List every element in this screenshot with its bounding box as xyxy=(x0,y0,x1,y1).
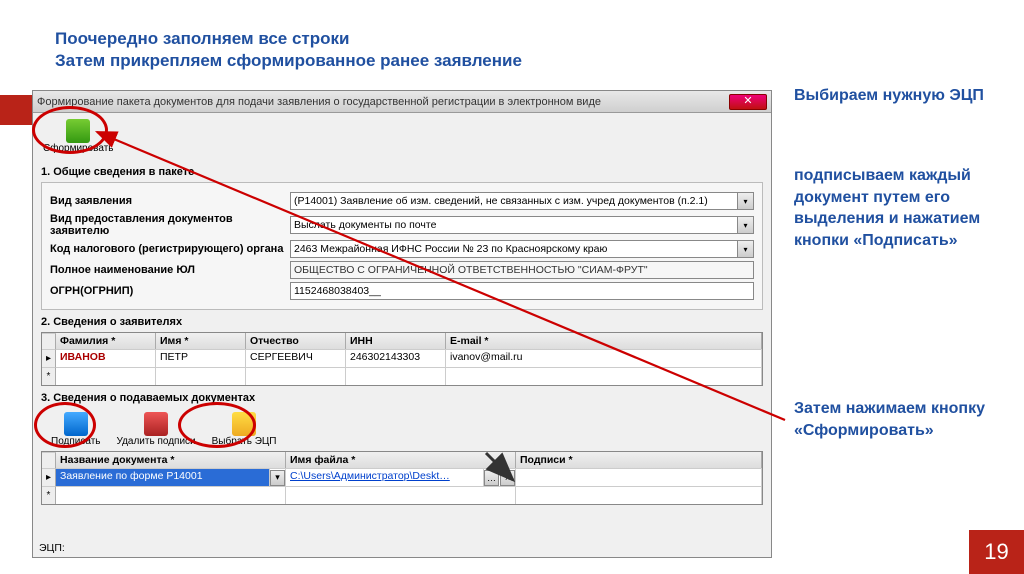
row-marker-icon: ▸ xyxy=(42,468,56,486)
instruction-line-1: Поочередно заполняем все строки xyxy=(55,28,522,50)
tax-code-select[interactable]: 2463 Межрайонная ИФНС России № 23 по Кра… xyxy=(290,240,738,258)
full-name-field: ОБЩЕСТВО С ОГРАНИЧЕННОЙ ОТВЕТСТВЕННОСТЬЮ… xyxy=(290,261,754,279)
ogrn-field[interactable]: 1152468038403__ xyxy=(290,282,754,300)
choose-ecp-icon xyxy=(232,412,256,436)
window-title: Формирование пакета документов для подач… xyxy=(37,96,729,108)
col-name: Имя * xyxy=(156,333,246,349)
section-applicants: 2. Сведения о заявителях Фамилия * Имя *… xyxy=(41,316,763,386)
cell-name[interactable]: ПЕТР xyxy=(156,349,246,367)
tax-code-label: Код налогового (регистрирующего) органа xyxy=(50,243,290,255)
section-1-panel: Вид заявления (Р14001) Заявление об изм.… xyxy=(41,182,763,310)
unsign-button[interactable]: Удалить подписи xyxy=(117,412,196,447)
side-note-2: подписываем каждый документ путем его вы… xyxy=(794,165,994,251)
clear-button[interactable]: × xyxy=(500,470,515,486)
cell-doc-name[interactable]: Заявление по форме Р14001 xyxy=(56,468,270,486)
top-instructions: Поочередно заполняем все строки Затем пр… xyxy=(55,28,522,72)
sign-button-label: Подписать xyxy=(51,436,101,447)
delivery-label: Вид предоставления документов заявителю xyxy=(50,213,290,237)
section-1-title: 1. Общие сведения в пакете xyxy=(41,166,763,178)
chevron-down-icon[interactable]: ▾ xyxy=(738,216,754,234)
col-inn: ИНН xyxy=(346,333,446,349)
close-button[interactable]: ✕ xyxy=(729,94,767,110)
instruction-line-2: Затем прикрепляем сформированное ранее з… xyxy=(55,50,522,72)
full-name-label: Полное наименование ЮЛ xyxy=(50,264,290,276)
applicants-grid[interactable]: Фамилия * Имя * Отчество ИНН E-mail * ▸ … xyxy=(41,332,763,386)
sign-button[interactable]: Подписать xyxy=(51,412,101,447)
choose-ecp-button[interactable]: Выбрать ЭЦП xyxy=(212,412,277,447)
applicant-row[interactable]: ▸ ИВАНОВ ПЕТР СЕРГЕЕВИЧ 246302143303 iva… xyxy=(42,349,762,367)
applicant-new-row[interactable]: * xyxy=(42,367,762,385)
col-otch: Отчество xyxy=(246,333,346,349)
ecp-status-label: ЭЦП: xyxy=(39,542,65,554)
delivery-select[interactable]: Выслать документы по почте xyxy=(290,216,738,234)
chevron-down-icon[interactable]: ▾ xyxy=(270,470,285,486)
col-fam: Фамилия * xyxy=(56,333,156,349)
document-row[interactable]: ▸ Заявление по форме Р14001 ▾ C:\Users\А… xyxy=(42,468,762,486)
page-number: 19 xyxy=(969,530,1024,574)
side-note-3: Затем нажимаем кнопку «Сформировать» xyxy=(794,398,994,441)
browse-button[interactable]: … xyxy=(484,470,499,486)
cell-inn[interactable]: 246302143303 xyxy=(346,349,446,367)
app-window: Формирование пакета документов для подач… xyxy=(32,90,772,558)
ogrn-label: ОГРН(ОГРНИП) xyxy=(50,285,290,297)
decorative-red-bar xyxy=(0,95,34,125)
row-marker-icon: ▸ xyxy=(42,349,56,367)
chevron-down-icon[interactable]: ▾ xyxy=(738,192,754,210)
sign-icon xyxy=(64,412,88,436)
app-type-label: Вид заявления xyxy=(50,195,290,207)
main-toolbar: Сформировать xyxy=(33,113,771,160)
new-row-icon: * xyxy=(42,367,56,385)
unsign-icon xyxy=(144,412,168,436)
col-doc: Название документа * xyxy=(56,452,286,468)
chevron-down-icon[interactable]: ▾ xyxy=(738,240,754,258)
cell-email[interactable]: ivanov@mail.ru xyxy=(446,349,762,367)
new-row-icon: * xyxy=(42,486,56,504)
section-2-title: 2. Сведения о заявителях xyxy=(41,316,763,328)
unsign-button-label: Удалить подписи xyxy=(117,436,196,447)
documents-grid[interactable]: Название документа * Имя файла * Подписи… xyxy=(41,451,763,505)
cell-fam[interactable]: ИВАНОВ xyxy=(56,349,156,367)
form-button-label: Сформировать xyxy=(43,143,114,154)
section-general: 1. Общие сведения в пакете Вид заявления… xyxy=(41,166,763,310)
col-file: Имя файла * xyxy=(286,452,516,468)
form-icon xyxy=(66,119,90,143)
section-3-title: 3. Сведения о подаваемых документах xyxy=(41,392,763,404)
col-sig: Подписи * xyxy=(516,452,762,468)
document-new-row[interactable]: * xyxy=(42,486,762,504)
form-button[interactable]: Сформировать xyxy=(43,119,114,154)
cell-file-path[interactable]: C:\Users\Администратор\Deskt… xyxy=(286,468,484,486)
cell-otch[interactable]: СЕРГЕЕВИЧ xyxy=(246,349,346,367)
side-note-1: Выбираем нужную ЭЦП xyxy=(794,85,994,107)
col-email: E-mail * xyxy=(446,333,762,349)
choose-ecp-button-label: Выбрать ЭЦП xyxy=(212,436,277,447)
app-type-select[interactable]: (Р14001) Заявление об изм. сведений, не … xyxy=(290,192,738,210)
section-documents: 3. Сведения о подаваемых документах Подп… xyxy=(41,392,763,505)
documents-toolbar: Подписать Удалить подписи Выбрать ЭЦП xyxy=(41,408,763,451)
titlebar: Формирование пакета документов для подач… xyxy=(33,91,771,113)
cell-signatures[interactable] xyxy=(516,468,762,486)
